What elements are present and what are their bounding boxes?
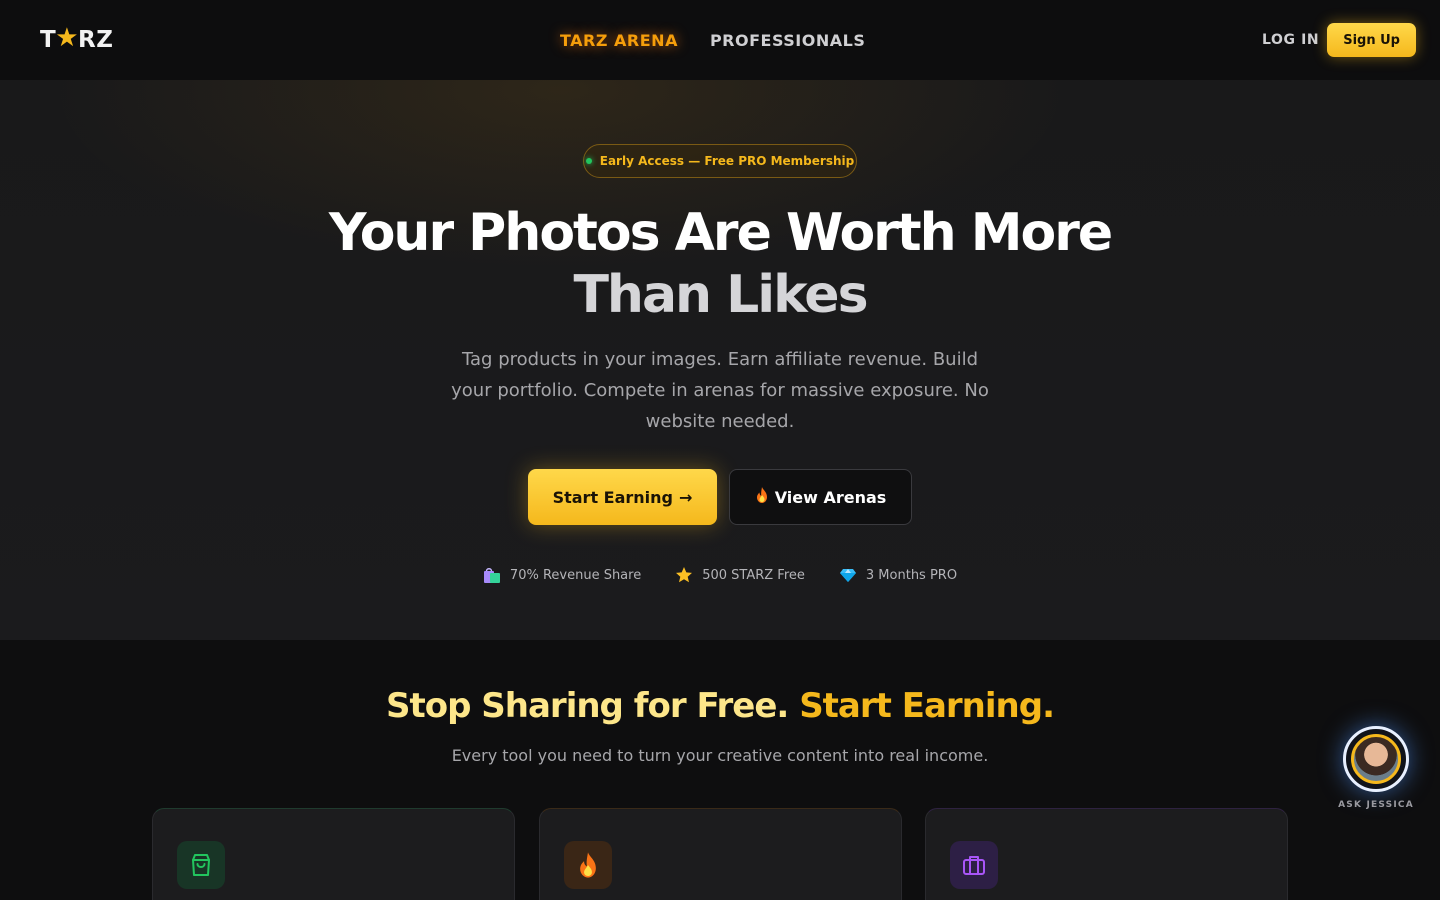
arrow-right-icon: → [679, 487, 693, 507]
features-section: Stop Sharing for Free. Start Earning. Ev… [0, 640, 1440, 900]
star-icon [675, 566, 693, 584]
shopping-bags-icon [483, 566, 501, 584]
landing-page: T ★ RZ TARZ ARENA PROFESSIONALS LOG IN S… [0, 0, 1440, 900]
main-nav-links: TARZ ARENA PROFESSIONALS [560, 0, 865, 80]
features-title-part-1: Stop Sharing for Free. [386, 686, 789, 726]
status-dot-icon [585, 158, 592, 164]
briefcase-icon [950, 841, 998, 889]
ask-jessica-button[interactable]: ASK JESSICA [1338, 726, 1414, 822]
perk-starz-free-label: 500 STARZ Free [702, 567, 805, 583]
perk-months-pro: 3 Months PRO [839, 566, 957, 584]
ask-jessica-label: ASK JESSICA [1338, 800, 1414, 810]
top-nav: T ★ RZ TARZ ARENA PROFESSIONALS LOG IN S… [0, 0, 1440, 80]
perk-starz-free: 500 STARZ Free [675, 566, 805, 584]
view-arenas-label: View Arenas [774, 487, 887, 507]
feature-card-shop [152, 808, 515, 900]
logo-star-icon: ★ [55, 23, 80, 53]
features-title-part-2: Start Earning. [799, 686, 1055, 726]
perk-months-pro-label: 3 Months PRO [865, 567, 958, 583]
nav-link-professionals[interactable]: PROFESSIONALS [710, 31, 865, 50]
logo-letter-t: T [40, 27, 57, 53]
view-arenas-button[interactable]: View Arenas [729, 469, 912, 525]
shopping-bag-icon [177, 841, 225, 889]
logo-letters-rz: RZ [78, 27, 114, 53]
early-access-text: Early Access — Free PRO Membership [599, 154, 855, 168]
feature-card-portfolio [925, 808, 1288, 900]
early-access-badge: Early Access — Free PRO Membership [583, 144, 857, 178]
login-link[interactable]: LOG IN [1262, 32, 1319, 48]
nav-link-tarz-arena[interactable]: TARZ ARENA [560, 31, 678, 50]
auth-actions: LOG IN Sign Up [1262, 23, 1416, 57]
starz-logo[interactable]: T ★ RZ [40, 23, 114, 55]
fire-icon [755, 487, 769, 507]
hero-section: Early Access — Free PRO Membership Your … [0, 80, 1440, 640]
fire-icon [564, 841, 612, 889]
features-title: Stop Sharing for Free. Start Earning. [0, 686, 1440, 726]
headline-line-1: Your Photos Are Worth More [328, 203, 1113, 263]
perk-revenue-share: 70% Revenue Share [483, 566, 641, 584]
start-earning-label: Start Earning [552, 487, 673, 507]
start-earning-button[interactable]: Start Earning → [528, 469, 717, 525]
perk-revenue-share-label: 70% Revenue Share [509, 567, 642, 583]
jessica-avatar [1343, 726, 1409, 792]
jessica-avatar-image [1351, 734, 1401, 784]
hero-headline: Your Photos Are Worth More Than Likes [320, 202, 1120, 326]
diamond-icon [839, 566, 857, 584]
features-subtitle: Every tool you need to turn your creativ… [451, 746, 989, 765]
feature-card-arena [539, 808, 902, 900]
hero-subtext: Tag products in your images. Earn affili… [451, 349, 989, 432]
sign-up-button[interactable]: Sign Up [1327, 23, 1416, 57]
perks-row: 70% Revenue Share 500 STARZ Free 3 Month… [0, 566, 1440, 584]
headline-line-2: Than Likes [573, 265, 868, 325]
